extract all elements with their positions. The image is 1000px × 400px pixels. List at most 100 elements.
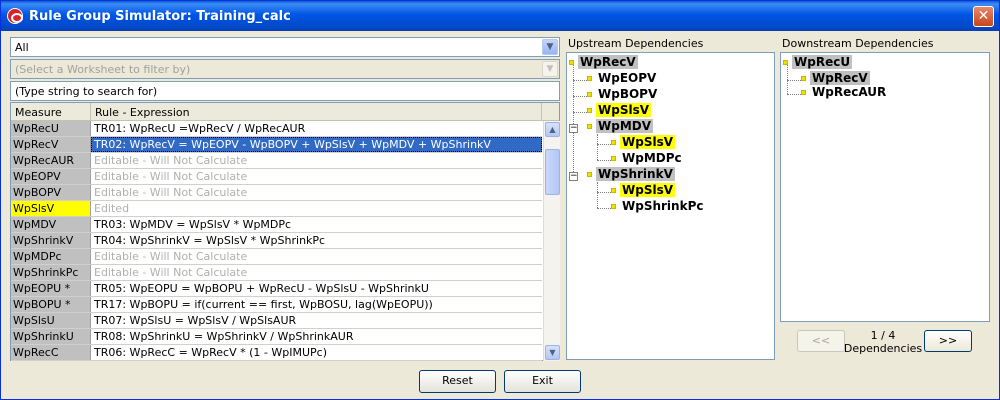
downstream-title: Downstream Dependencies <box>782 37 934 50</box>
vertical-scrollbar[interactable]: ▲ ▼ <box>543 121 560 361</box>
table-row[interactable]: WpRecAUR Editable - Will Not Calculate <box>11 153 542 169</box>
tree-node-label: WpRecU <box>792 55 853 69</box>
scrollbar-thumb[interactable] <box>545 149 560 195</box>
rule-cell: TR08: WpShrinkU = WpShrinkV / WpShrinkAU… <box>94 330 354 343</box>
measure-cell: WpRecC <box>11 345 91 360</box>
collapse-icon[interactable]: − <box>569 124 578 133</box>
rule-cell: Editable - Will Not Calculate <box>94 154 248 167</box>
rule-cell: TR17: WpBOPU = if(current == first, WpBO… <box>94 298 433 311</box>
tree-node-label: WpRecV <box>578 55 638 69</box>
measure-cell: WpRecAUR <box>11 153 91 168</box>
rule-cell: Editable - Will Not Calculate <box>94 170 248 183</box>
measure-cell: WpRecU <box>11 121 91 136</box>
node-bullet-icon <box>783 59 788 65</box>
scroll-down-icon[interactable]: ▼ <box>545 345 560 360</box>
exit-button[interactable]: Exit <box>504 370 581 393</box>
table-row[interactable]: WpRecC TR06: WpRecC = WpRecV * (1 - WpIMU… <box>11 345 542 361</box>
node-bullet-icon <box>611 155 616 161</box>
rule-group-filter-value: All <box>15 41 29 54</box>
chevron-down-icon[interactable]: ▼ <box>542 61 558 77</box>
oracle-app-icon <box>7 8 23 24</box>
measure-cell: WpEOPV <box>11 169 91 184</box>
rule-group-filter-select[interactable]: All ▼ <box>10 37 560 57</box>
rule-list-panel: All ▼ (Select a Worksheet to filter by) … <box>10 37 560 361</box>
tree-node[interactable]: WpSlsV <box>587 103 652 117</box>
tree-node[interactable]: WpSlsV <box>611 135 676 149</box>
table-row-selected[interactable]: WpRecV TR02: WpRecV = WpEOPV - WpBOPV + W… <box>11 137 542 153</box>
table-row[interactable]: WpBOPV Editable - Will Not Calculate <box>11 185 542 201</box>
rule-cell: TR01: WpRecU =WpRecV / WpRecAUR <box>94 122 306 135</box>
tree-node[interactable]: WpRecV <box>801 71 870 85</box>
tree-node[interactable]: WpMDPc <box>611 151 684 165</box>
tree-node-label: WpSlsV <box>596 103 652 117</box>
table-row[interactable]: WpSlsU TR07: WpSlsU = WpSlsV / WpSlsAUR <box>11 313 542 329</box>
rule-group-simulator-window: Rule Group Simulator: Training_calc ✕ Al… <box>0 0 1000 400</box>
table-row[interactable]: WpRecU TR01: WpRecU =WpRecV / WpRecAUR <box>11 121 542 137</box>
upstream-title: Upstream Dependencies <box>568 37 704 50</box>
measure-cell: WpSlsU <box>11 313 91 328</box>
worksheet-filter-placeholder: (Select a Worksheet to filter by) <box>15 63 191 76</box>
search-input[interactable]: (Type string to search for) <box>10 81 560 101</box>
downstream-tree: WpRecU WpRecV WpRecAUR <box>780 52 990 322</box>
measure-cell: WpShrinkPc <box>11 265 91 280</box>
tree-node[interactable]: WpBOPV <box>587 87 659 101</box>
reset-button[interactable]: Reset <box>419 370 496 393</box>
rule-cell: TR07: WpSlsU = WpSlsV / WpSlsAUR <box>94 314 297 327</box>
node-bullet-icon <box>587 171 592 177</box>
next-dependency-button[interactable]: >> <box>924 330 972 352</box>
node-bullet-icon <box>611 187 616 193</box>
tree-node[interactable]: WpRecU <box>783 55 853 69</box>
search-placeholder: (Type string to search for) <box>15 85 158 98</box>
collapse-icon[interactable]: − <box>569 172 578 181</box>
table-row[interactable]: WpBOPU * TR17: WpBOPU = if(current == fir… <box>11 297 542 313</box>
tree-node[interactable]: WpMDV <box>587 119 654 133</box>
table-row[interactable]: WpEOPV Editable - Will Not Calculate <box>11 169 542 185</box>
rule-cell: TR02: WpRecV = WpEOPV - WpBOPV + WpSlsV … <box>91 137 542 152</box>
measure-cell: WpEOPU * <box>11 281 91 296</box>
tree-node[interactable]: WpEOPV <box>587 71 658 85</box>
rule-cell: TR04: WpShrinkV = WpSlsV * WpShrinkPc <box>94 234 326 247</box>
tree-node-label: WpMDPc <box>622 151 682 165</box>
column-header-rule-expression[interactable]: Rule - Expression <box>91 103 542 120</box>
tree-node[interactable]: WpShrinkV <box>587 167 675 181</box>
column-header-measure[interactable]: Measure <box>11 103 91 120</box>
tree-node-label: WpEOPV <box>598 71 657 85</box>
table-row[interactable]: WpMDPc Editable - Will Not Calculate <box>11 249 542 265</box>
table-row[interactable]: WpShrinkV TR04: WpShrinkV = WpSlsV * WpSh… <box>11 233 542 249</box>
node-bullet-icon <box>569 59 574 65</box>
previous-dependency-button[interactable]: << <box>797 330 845 352</box>
tree-node[interactable]: WpShrinkPc <box>611 199 705 213</box>
table-row[interactable]: WpEOPU * TR05: WpEOPU = WpBOPU + WpRecU -… <box>11 281 542 297</box>
upstream-dependencies-panel: Upstream Dependencies − − WpRecV WpEOPV … <box>566 37 776 361</box>
scroll-up-icon[interactable]: ▲ <box>545 122 560 137</box>
table-header: Measure Rule - Expression <box>11 103 559 121</box>
tree-node-label: WpMDV <box>596 119 654 133</box>
rule-cell: Edited <box>94 202 130 215</box>
tree-node-label: WpRecV <box>810 71 870 85</box>
node-bullet-icon <box>587 75 592 81</box>
tree-node-label: WpSlsV <box>620 183 676 197</box>
title-bar[interactable]: Rule Group Simulator: Training_calc ✕ <box>1 1 999 31</box>
rule-cell: TR03: WpMDV = WpSlsV * WpMDPc <box>94 218 292 231</box>
dependency-page-indicator: 1 / 4 Dependencies <box>843 329 923 355</box>
tree-node[interactable]: WpRecV <box>569 55 638 69</box>
measure-cell: WpRecV <box>11 137 91 152</box>
table-body: WpRecU TR01: WpRecU =WpRecV / WpRecAUR Wp… <box>11 121 542 361</box>
table-row[interactable]: WpShrinkU TR08: WpShrinkU = WpShrinkV / W… <box>11 329 542 345</box>
table-row[interactable]: WpSlsV Edited <box>11 201 542 217</box>
node-bullet-icon <box>587 107 592 113</box>
tree-node[interactable]: WpRecAUR <box>801 85 888 99</box>
node-bullet-icon <box>587 91 592 97</box>
close-button[interactable]: ✕ <box>973 6 994 27</box>
measure-cell: WpBOPV <box>11 185 91 200</box>
measure-cell: WpShrinkV <box>11 233 91 248</box>
rule-cell: TR05: WpEOPU = WpBOPU + WpRecU - WpSlsU … <box>94 282 429 295</box>
chevron-down-icon[interactable]: ▼ <box>542 39 558 55</box>
table-row[interactable]: WpShrinkPc Editable - Will Not Calculate <box>11 265 542 281</box>
downstream-dependencies-panel: Downstream Dependencies WpRecU WpRecV Wp… <box>780 37 991 361</box>
table-row[interactable]: WpMDV TR03: WpMDV = WpSlsV * WpMDPc <box>11 217 542 233</box>
window-title: Rule Group Simulator: Training_calc <box>29 8 291 24</box>
worksheet-filter-select[interactable]: (Select a Worksheet to filter by) ▼ <box>10 59 560 79</box>
tree-node[interactable]: WpSlsV <box>611 183 676 197</box>
dependency-pager: << 1 / 4 Dependencies >> <box>780 324 990 361</box>
